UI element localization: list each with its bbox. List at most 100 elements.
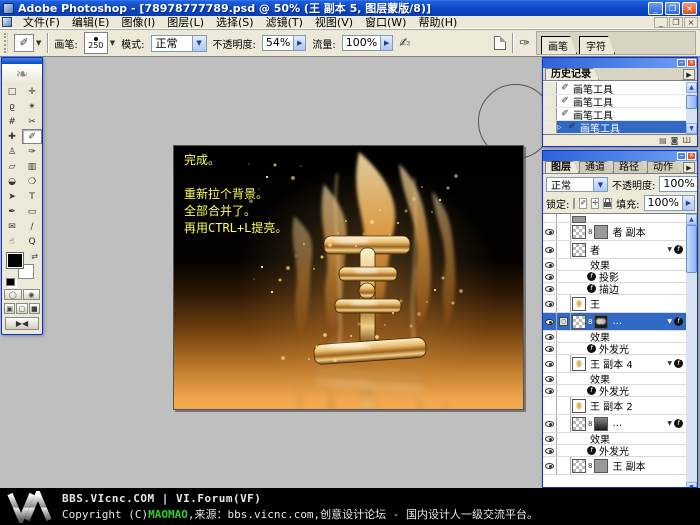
- eye-cell[interactable]: [543, 445, 557, 456]
- chevron-down-icon[interactable]: ▼: [192, 36, 206, 51]
- layer-opacity-field[interactable]: 100% ▶: [659, 176, 698, 192]
- move-tool[interactable]: ✛: [22, 84, 42, 99]
- eye-cell[interactable]: [543, 241, 557, 258]
- tab-图层[interactable]: 图层: [545, 161, 579, 173]
- eye-cell[interactable]: [543, 415, 557, 432]
- tab-history[interactable]: 历史记录: [545, 68, 599, 80]
- full-screen-menubar-button[interactable]: ▢: [16, 303, 27, 314]
- eye-cell[interactable]: [543, 214, 557, 222]
- layer-style-icon[interactable]: f: [674, 317, 683, 326]
- layer-style-icon[interactable]: f: [674, 419, 683, 428]
- scroll-down-icon[interactable]: ▼: [686, 482, 697, 488]
- minimize-button[interactable]: _: [648, 2, 663, 15]
- chevron-down-icon[interactable]: ▼: [593, 178, 607, 191]
- close-button[interactable]: ×: [682, 2, 697, 15]
- link-cell[interactable]: [557, 295, 571, 312]
- visibility-eye-icon[interactable]: [545, 463, 554, 469]
- magic-wand-tool[interactable]: ✴: [22, 99, 42, 114]
- standard-mode-button[interactable]: ◯: [4, 289, 22, 300]
- pen-tool[interactable]: ✒: [2, 204, 22, 219]
- gradient-tool[interactable]: ▥: [22, 159, 42, 174]
- healing-brush-tool[interactable]: ✚: [2, 129, 22, 144]
- layer-row-partial[interactable]: [543, 214, 686, 223]
- menu-窗口[interactable]: 窗口(W): [359, 14, 412, 30]
- visibility-eye-icon[interactable]: [545, 361, 554, 367]
- layer-thumbnail-art[interactable]: [572, 399, 586, 413]
- flow-slider-arrow-icon[interactable]: ▶: [381, 35, 393, 51]
- swap-colors-icon[interactable]: ⇄: [31, 252, 38, 261]
- visibility-eye-icon[interactable]: [545, 247, 554, 253]
- dodge-tool[interactable]: ❍: [22, 174, 42, 189]
- eye-cell[interactable]: [543, 259, 557, 270]
- flow-value[interactable]: 100%: [342, 35, 381, 51]
- eye-cell[interactable]: [543, 313, 557, 330]
- link-cell[interactable]: [557, 241, 571, 258]
- brush-preset-picker[interactable]: 250: [84, 32, 108, 54]
- airbrush-icon[interactable]: ✍: [399, 36, 410, 51]
- layer-thumbnail-darkgrad[interactable]: [594, 417, 608, 431]
- effect-row[interactable]: f外发光: [543, 385, 686, 397]
- layer-thumbnail-checker[interactable]: [572, 243, 586, 257]
- eye-cell[interactable]: [543, 343, 557, 354]
- history-minimize-icon[interactable]: −: [677, 59, 686, 67]
- visibility-eye-icon[interactable]: [545, 262, 554, 268]
- layers-palette-title-bar[interactable]: − ×: [543, 151, 697, 161]
- eye-cell[interactable]: [543, 271, 557, 282]
- eye-cell[interactable]: [543, 331, 557, 342]
- eye-cell[interactable]: [543, 385, 557, 396]
- link-cell[interactable]: [557, 355, 571, 372]
- link-cell[interactable]: [557, 214, 571, 222]
- hand-tool[interactable]: ☝: [2, 234, 22, 249]
- menu-文件[interactable]: 文件(F): [17, 14, 66, 30]
- blur-tool[interactable]: ◒: [2, 174, 22, 189]
- well-tab-画笔[interactable]: 画笔: [541, 36, 577, 54]
- history-brush-tool[interactable]: ✑: [22, 144, 42, 159]
- layer-thumbnail-checker[interactable]: [572, 459, 586, 473]
- doc-restore-button[interactable]: ❐: [669, 17, 683, 28]
- menu-编辑[interactable]: 编辑(E): [66, 14, 116, 30]
- link-cell[interactable]: [557, 415, 571, 432]
- layer-thumbnail-checker[interactable]: [572, 417, 586, 431]
- zoom-tool[interactable]: Q: [22, 234, 42, 249]
- layer-row[interactable]: 王 副本 4▼f: [543, 355, 686, 373]
- link-cell[interactable]: ○: [557, 313, 571, 330]
- history-state-row[interactable]: ✐画笔工具: [543, 95, 686, 108]
- visibility-eye-icon[interactable]: [545, 388, 554, 394]
- eye-cell[interactable]: [543, 457, 557, 474]
- menu-滤镜[interactable]: 滤镜(T): [260, 14, 309, 30]
- layers-menu-arrow-icon[interactable]: ▶: [683, 162, 695, 173]
- crop-tool[interactable]: #: [2, 114, 22, 129]
- collapse-effects-icon[interactable]: ▼: [667, 420, 672, 427]
- document-canvas[interactable]: 完成。 重新拉个背景。全部合并了。再用CTRL+L提亮。: [173, 145, 524, 410]
- visibility-eye-icon[interactable]: [545, 301, 554, 307]
- effect-row[interactable]: f外发光: [543, 343, 686, 355]
- menu-图像[interactable]: 图像(I): [115, 14, 161, 30]
- layer-thumbnail-checker[interactable]: [572, 315, 586, 329]
- lock-pixels-icon[interactable]: ✐: [579, 198, 587, 209]
- layers-scrollbar[interactable]: ▲ ▼: [686, 214, 697, 488]
- visibility-eye-icon[interactable]: [545, 334, 554, 340]
- brush-picker-arrow-icon[interactable]: ▼: [110, 39, 115, 47]
- layer-blend-mode-select[interactable]: 正常 ▼: [546, 177, 608, 192]
- lasso-tool[interactable]: ϱ: [2, 99, 22, 114]
- scroll-down-icon[interactable]: ▼: [686, 123, 697, 134]
- clone-stamp-tool[interactable]: ♙: [2, 144, 22, 159]
- layer-row[interactable]: 王: [543, 295, 686, 313]
- link-cell[interactable]: [557, 223, 571, 240]
- history-state-row[interactable]: ✐画笔工具: [543, 82, 686, 95]
- lock-transparency-icon[interactable]: [573, 198, 575, 209]
- blend-mode-select[interactable]: 正常 ▼: [151, 35, 207, 52]
- rect-marquee-tool[interactable]: □: [2, 84, 22, 99]
- options-bar-grip[interactable]: [4, 33, 8, 53]
- current-tool-icon[interactable]: ✐: [14, 34, 34, 52]
- jump-to-imageready-button[interactable]: ▶◀: [5, 317, 39, 330]
- eye-cell[interactable]: [543, 397, 557, 414]
- notes-tool[interactable]: ✉: [2, 219, 22, 234]
- effect-row[interactable]: f描边: [543, 283, 686, 295]
- doc-close-button[interactable]: ×: [684, 17, 698, 28]
- quick-mask-mode-button[interactable]: ◉: [23, 289, 41, 300]
- history-state-slot[interactable]: [543, 82, 557, 94]
- restore-button[interactable]: ❐: [665, 2, 680, 15]
- eye-cell[interactable]: [543, 223, 557, 240]
- collapse-effects-icon[interactable]: ▼: [667, 360, 672, 367]
